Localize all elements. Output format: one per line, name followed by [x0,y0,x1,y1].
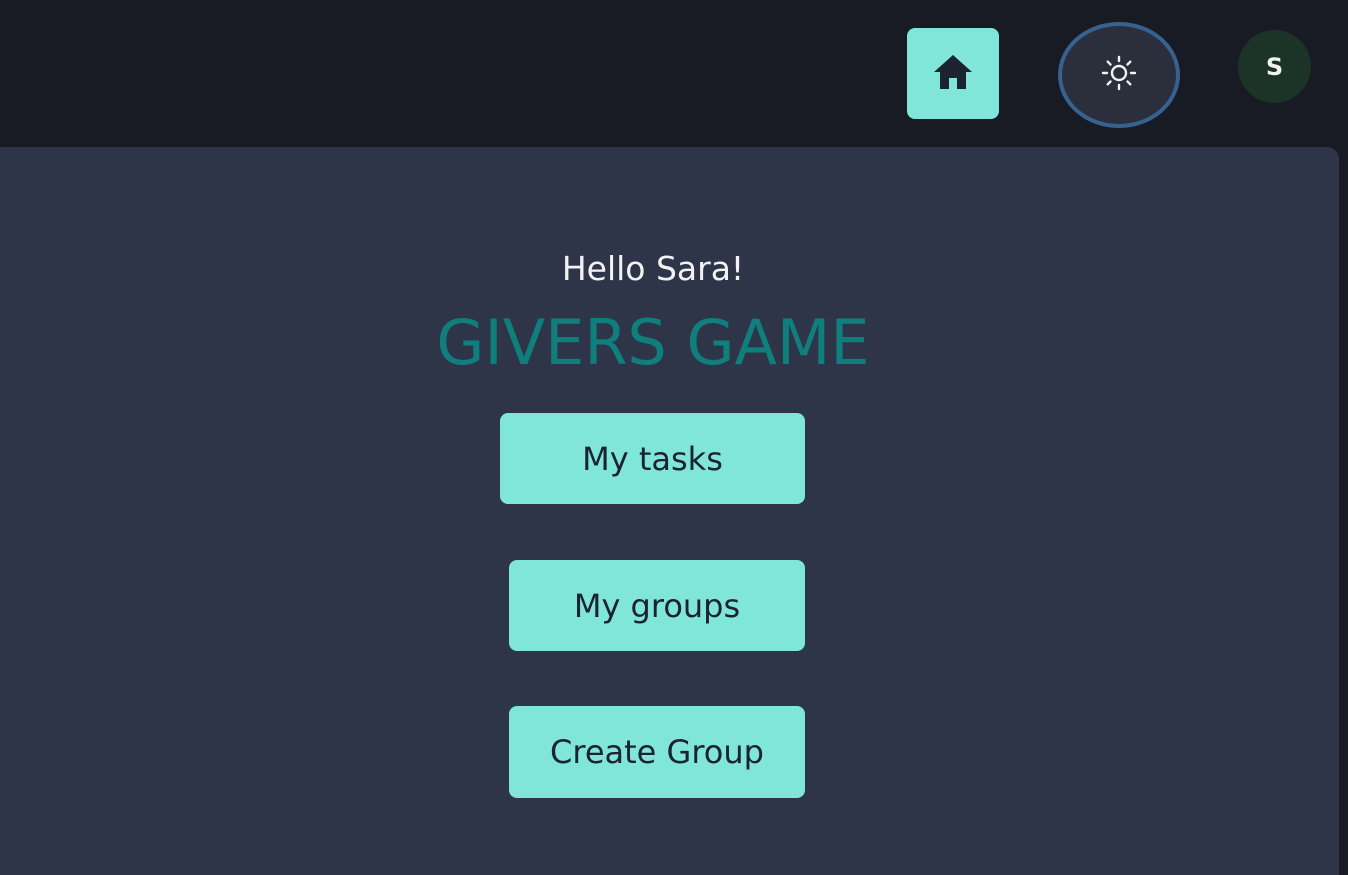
home-icon [932,53,974,95]
theme-toggle-button[interactable] [1058,22,1180,128]
my-groups-button[interactable]: My groups [509,560,805,651]
my-tasks-button[interactable]: My tasks [500,413,805,504]
create-group-button[interactable]: Create Group [509,706,805,798]
greeting-text: Hello Sara! [561,249,745,288]
top-navbar: S [0,0,1348,146]
my-groups-label: My groups [573,586,741,625]
page-title: GIVERS GAME [436,306,870,379]
my-tasks-label: My tasks [582,439,723,478]
user-avatar[interactable]: S [1238,30,1311,103]
sun-icon [1101,55,1137,95]
home-button[interactable] [907,28,999,119]
create-group-label: Create Group [550,733,764,771]
avatar-initial: S [1265,52,1284,81]
